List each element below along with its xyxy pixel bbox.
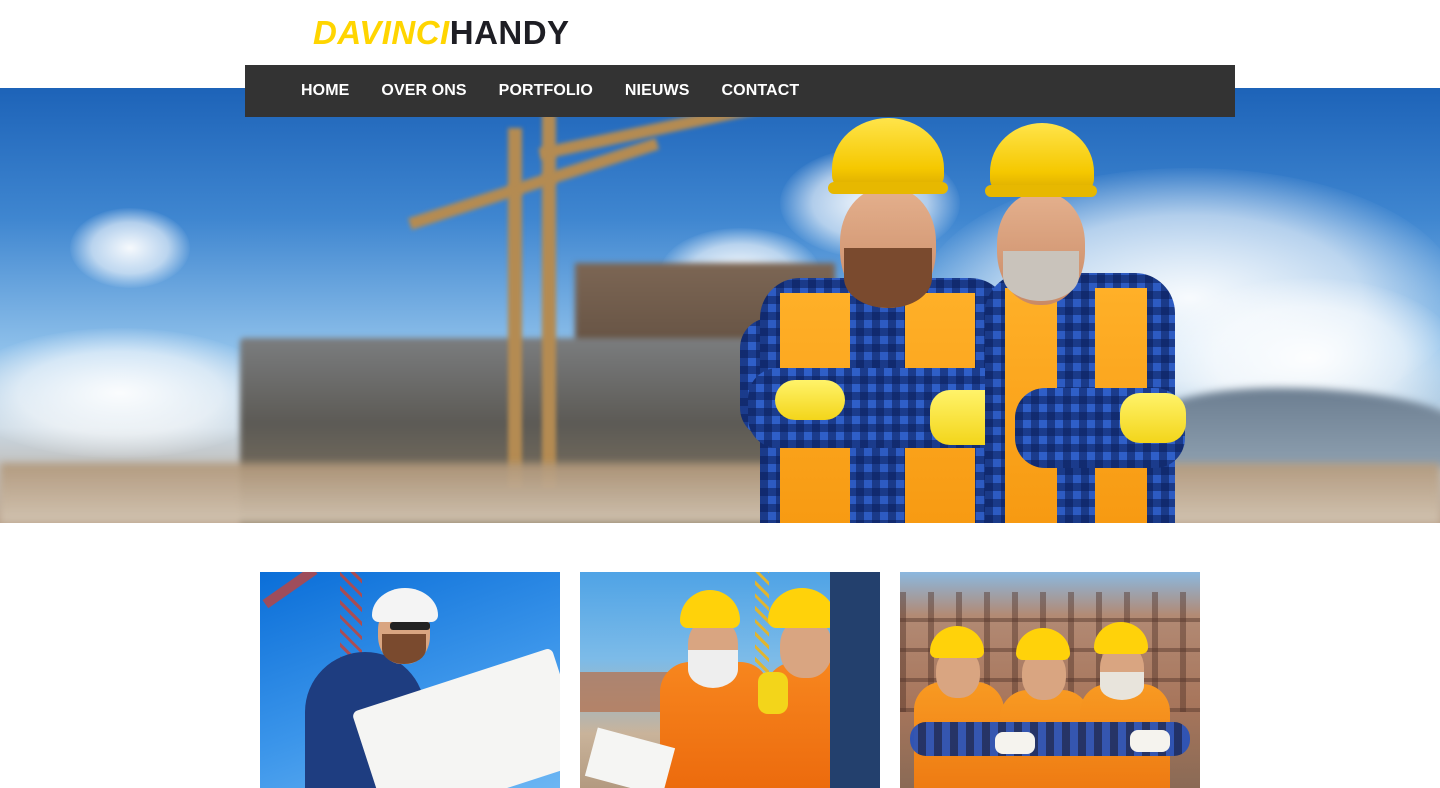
main-navigation: HOME OVER ONS PORTFOLIO NIEUWS CONTACT: [245, 65, 1235, 117]
nav-item-over-ons[interactable]: OVER ONS: [381, 82, 466, 100]
logo-part-handy: HANDY: [449, 14, 570, 51]
gallery: [260, 572, 1200, 788]
workers-with-walkie-talkie-image[interactable]: [580, 572, 880, 788]
nav-item-nieuws[interactable]: NIEUWS: [625, 82, 690, 100]
page: DAVINCIHANDY HOME OVER ONS PORTFOLIO NIE…: [0, 0, 1440, 788]
engineer-reading-blueprint-image[interactable]: [260, 572, 560, 788]
nav-item-home[interactable]: HOME: [301, 82, 349, 100]
hero-construction-workers-image: [0, 88, 1440, 523]
nav-item-portfolio[interactable]: PORTFOLIO: [499, 82, 593, 100]
site-logo[interactable]: DAVINCIHANDY: [313, 14, 570, 52]
three-workers-at-site-image[interactable]: [900, 572, 1200, 788]
nav-item-contact[interactable]: CONTACT: [722, 82, 800, 100]
logo-part-davinci: DAVINCI: [313, 14, 450, 51]
